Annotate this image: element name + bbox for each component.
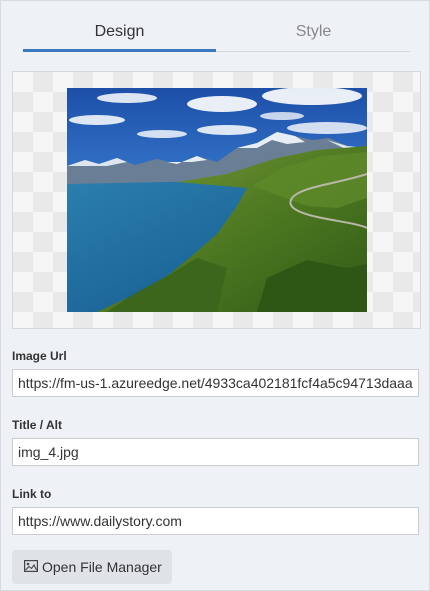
image-icon <box>24 560 38 572</box>
link-to-label: Link to <box>12 487 52 501</box>
tab-design[interactable]: Design <box>23 15 216 52</box>
link-to-input[interactable]: https://www.dailystory.com <box>12 507 419 535</box>
open-file-manager-button[interactable]: Open File Manager <box>12 550 172 584</box>
image-properties-panel: Design Style Image Url https://fm-us-1.a… <box>0 0 430 591</box>
tab-bar: Design Style <box>23 15 410 52</box>
open-file-manager-label: Open File Manager <box>42 559 162 575</box>
tab-style[interactable]: Style <box>217 15 410 49</box>
image-url-input[interactable]: https://fm-us-1.azureedge.net/4933ca4021… <box>12 369 419 397</box>
image-url-label: Image Url <box>12 349 67 363</box>
title-alt-input[interactable]: img_4.jpg <box>12 438 419 466</box>
image-preview <box>12 71 421 329</box>
title-alt-label: Title / Alt <box>12 418 63 432</box>
preview-image <box>67 88 367 312</box>
